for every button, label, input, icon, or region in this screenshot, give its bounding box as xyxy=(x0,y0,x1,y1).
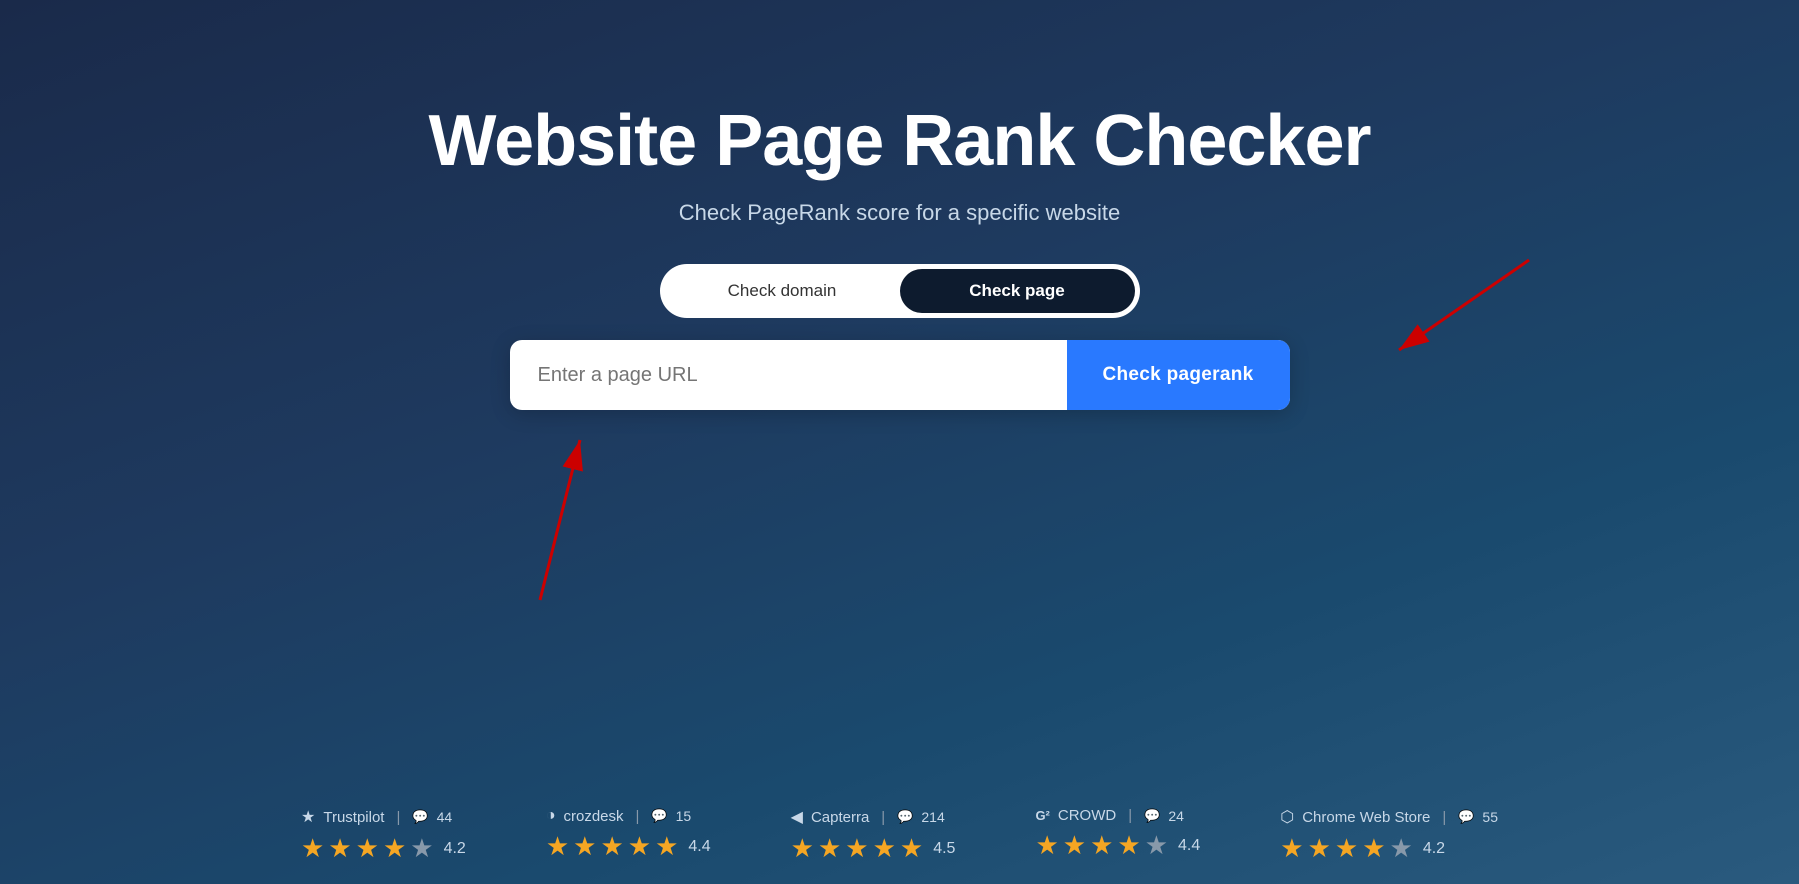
trustpilot-icon: ★ xyxy=(301,807,315,827)
trustpilot-stars: ★ ★ ★ ★ ★ 4.2 xyxy=(301,833,466,864)
chrome-stars: ★ ★ ★ ★ ★ 4.2 xyxy=(1280,833,1445,864)
crozdesk-icon: ◑ xyxy=(546,807,556,825)
chrome-count: 55 xyxy=(1482,809,1498,825)
search-bar: Check pagerank xyxy=(510,340,1290,410)
trustpilot-icon2: 💬 xyxy=(412,809,428,825)
tab-check-page[interactable]: Check page xyxy=(900,269,1135,313)
trustpilot-label: Trustpilot xyxy=(323,809,384,826)
capterra-count: 214 xyxy=(921,809,944,825)
url-input[interactable] xyxy=(510,340,1067,410)
page-title: Website Page Rank Checker xyxy=(428,100,1370,182)
crozdesk-label: crozdesk xyxy=(563,808,623,825)
trustpilot-count: 44 xyxy=(437,809,453,825)
g2crowd-label: CROWD xyxy=(1058,807,1116,824)
tab-switcher: Check domain Check page xyxy=(660,264,1140,318)
capterra-icon2: 💬 xyxy=(897,809,913,825)
arrow-check-page xyxy=(1339,240,1559,380)
crozdesk-icon2: 💬 xyxy=(651,808,667,824)
crozdesk-count: 15 xyxy=(676,808,692,824)
rating-chrome-webstore: ⬡ Chrome Web Store | 💬 55 ★ ★ ★ ★ ★ 4.2 xyxy=(1280,807,1498,864)
crozdesk-stars: ★ ★ ★ ★ ★ 4.4 xyxy=(546,831,711,862)
rating-trustpilot: ★ Trustpilot | 💬 44 ★ ★ ★ ★ ★ 4.2 xyxy=(301,807,466,864)
check-pagerank-button[interactable]: Check pagerank xyxy=(1067,340,1290,410)
rating-capterra: ◀ Capterra | 💬 214 ★ ★ ★ ★ ★ 4.5 xyxy=(791,807,956,864)
ratings-section: ★ Trustpilot | 💬 44 ★ ★ ★ ★ ★ 4.2 ◑ croz… xyxy=(0,807,1799,864)
chrome-label: Chrome Web Store xyxy=(1302,809,1430,826)
g2crowd-stars: ★ ★ ★ ★ ★ 4.4 xyxy=(1035,830,1200,861)
chrome-icon: ⬡ xyxy=(1280,807,1294,827)
capterra-label: Capterra xyxy=(811,809,869,826)
rating-crozdesk: ◑ crozdesk | 💬 15 ★ ★ ★ ★ ★ 4.4 xyxy=(546,807,711,864)
tab-check-domain[interactable]: Check domain xyxy=(665,269,900,313)
g2crowd-count: 24 xyxy=(1168,808,1184,824)
capterra-stars: ★ ★ ★ ★ ★ 4.5 xyxy=(791,833,956,864)
capterra-icon: ◀ xyxy=(791,807,803,827)
arrow-url-input xyxy=(420,410,640,610)
rating-g2crowd: G² CROWD | 💬 24 ★ ★ ★ ★ ★ 4.4 xyxy=(1035,807,1200,864)
page-subtitle: Check PageRank score for a specific webs… xyxy=(679,200,1120,226)
chrome-icon2: 💬 xyxy=(1458,809,1474,825)
g2crowd-icon: G² xyxy=(1035,808,1049,823)
g2crowd-icon2: 💬 xyxy=(1144,808,1160,824)
